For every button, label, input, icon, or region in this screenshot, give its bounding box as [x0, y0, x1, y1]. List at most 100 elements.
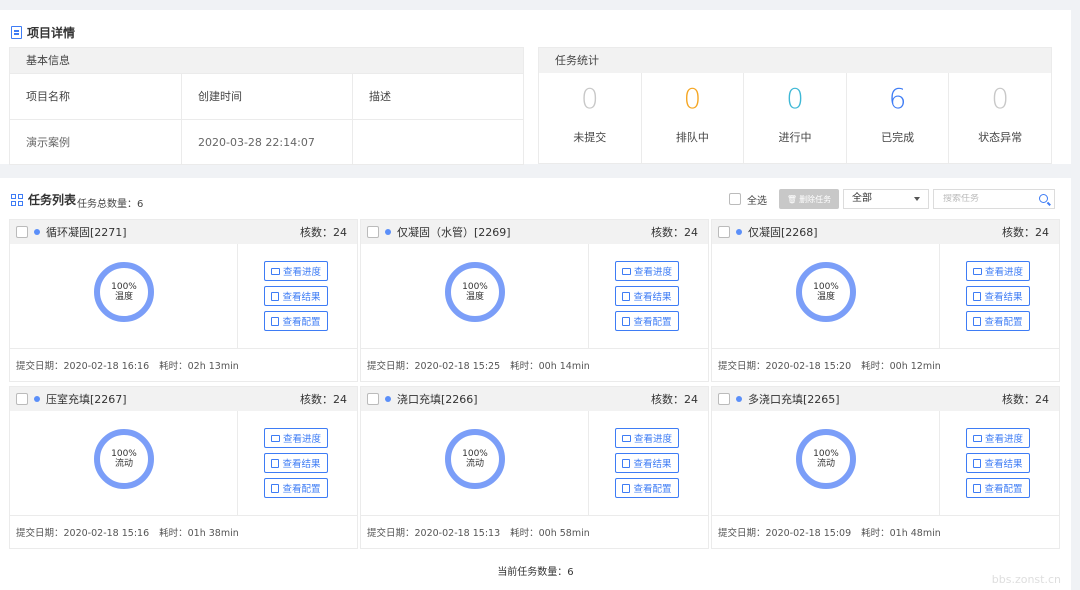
task-cores: 核数：24 [651, 226, 698, 239]
task-card-body: 100% 流动 查看进度查看结果查看配置 [10, 411, 357, 516]
task-card-header: 循环凝固[2271] 核数：24 [10, 220, 357, 244]
stat-item: 0 状态异常 [949, 73, 1051, 164]
task-card-body: 100% 流动 查看进度查看结果查看配置 [712, 411, 1059, 516]
view-config-button[interactable]: 查看配置 [615, 311, 679, 331]
task-checkbox[interactable] [718, 393, 730, 405]
view-progress-button[interactable]: 查看进度 [966, 428, 1030, 448]
view-config-button[interactable]: 查看配置 [264, 478, 328, 498]
view-progress-button[interactable]: 查看进度 [264, 428, 328, 448]
column-project-name: 项目名称 [10, 74, 182, 119]
elapsed-time: 耗时：01h 48min [861, 528, 941, 539]
task-cores: 核数：24 [651, 393, 698, 406]
task-stats-header: 任务统计 [539, 48, 1051, 73]
task-card-body: 100% 温度 查看进度查看结果查看配置 [361, 244, 708, 349]
progress-area: 100% 流动 [712, 411, 940, 516]
select-all-checkbox[interactable] [729, 193, 741, 205]
progress-area: 100% 流动 [10, 411, 238, 516]
view-progress-button[interactable]: 查看进度 [966, 261, 1030, 281]
progress-kind: 流动 [114, 459, 133, 469]
caret-down-icon [914, 197, 920, 201]
task-cores: 核数：24 [300, 226, 347, 239]
progress-percent: 100% [462, 449, 488, 459]
elapsed-time: 耗时：02h 13min [159, 361, 239, 372]
status-dot-icon [736, 229, 742, 235]
status-filter-select[interactable]: 全部 [843, 189, 929, 209]
view-result-button[interactable]: 查看结果 [264, 453, 328, 473]
progress-area: 100% 温度 [361, 244, 589, 349]
document-icon [271, 483, 280, 493]
view-result-button[interactable]: 查看结果 [615, 453, 679, 473]
monitor-icon [972, 434, 982, 442]
task-card-footer: 提交日期：2020-02-18 15:09 耗时：01h 48min [712, 516, 1059, 548]
progress-percent: 100% [813, 449, 839, 459]
progress-area: 100% 流动 [361, 411, 589, 516]
progress-ring: 100% 温度 [94, 262, 154, 322]
elapsed-time: 耗时：01h 38min [159, 528, 239, 539]
task-total-count: 任务总数量：6 [77, 199, 144, 210]
monitor-icon [621, 434, 631, 442]
task-card-footer: 提交日期：2020-02-18 15:13 耗时：00h 58min [361, 516, 708, 548]
column-created-time: 创建时间 [182, 74, 353, 119]
view-config-button[interactable]: 查看配置 [615, 478, 679, 498]
task-checkbox[interactable] [718, 226, 730, 238]
view-progress-button[interactable]: 查看进度 [615, 428, 679, 448]
submit-date: 提交日期：2020-02-18 15:09 [718, 528, 852, 539]
task-cores: 核数：24 [1002, 393, 1049, 406]
task-card-body: 100% 流动 查看进度查看结果查看配置 [361, 411, 708, 516]
view-result-button[interactable]: 查看结果 [966, 453, 1030, 473]
submit-date: 提交日期：2020-02-18 15:25 [367, 361, 501, 372]
status-dot-icon [34, 229, 40, 235]
delete-task-button[interactable]: 🗑 删除任务 [779, 189, 839, 209]
view-result-button[interactable]: 查看结果 [966, 286, 1030, 306]
view-config-button[interactable]: 查看配置 [966, 478, 1030, 498]
view-progress-button[interactable]: 查看进度 [264, 261, 328, 281]
stat-label: 未提交 [573, 131, 607, 144]
progress-ring: 100% 流动 [94, 429, 154, 489]
stat-value: 0 [580, 82, 599, 115]
document-icon [973, 316, 982, 326]
task-card-footer: 提交日期：2020-02-18 16:16 耗时：02h 13min [10, 349, 357, 381]
task-name: 压室充填[2267] [46, 393, 127, 406]
task-actions: 查看进度查看结果查看配置 [966, 261, 1030, 331]
search-input[interactable] [943, 194, 1033, 204]
document-icon [622, 483, 631, 493]
submit-date: 提交日期：2020-02-18 15:13 [367, 528, 501, 539]
view-result-button[interactable]: 查看结果 [615, 286, 679, 306]
task-checkbox[interactable] [367, 226, 379, 238]
task-card-footer: 提交日期：2020-02-18 15:20 耗时：00h 12min [712, 349, 1059, 381]
watermark: bbs.zonst.cn [991, 573, 1061, 586]
document-icon [622, 458, 631, 468]
task-card-body: 100% 温度 查看进度查看结果查看配置 [10, 244, 357, 349]
document-icon [622, 291, 631, 301]
select-all[interactable]: 全选 [729, 192, 767, 207]
task-actions: 查看进度查看结果查看配置 [264, 428, 328, 498]
progress-kind: 温度 [114, 292, 133, 302]
stat-item: 0 排队中 [642, 73, 745, 164]
search-icon[interactable] [1039, 194, 1048, 203]
progress-kind: 流动 [816, 459, 835, 469]
view-result-button[interactable]: 查看结果 [264, 286, 328, 306]
document-icon [11, 26, 22, 39]
document-icon [973, 291, 982, 301]
stat-label: 状态异常 [978, 131, 1023, 144]
progress-percent: 100% [462, 282, 488, 292]
view-config-button[interactable]: 查看配置 [264, 311, 328, 331]
basic-info-header-row: 项目名称 创建时间 描述 [10, 73, 523, 119]
progress-kind: 温度 [465, 292, 484, 302]
view-progress-button[interactable]: 查看进度 [615, 261, 679, 281]
task-name: 循环凝固[2271] [46, 226, 127, 239]
column-description: 描述 [369, 90, 391, 103]
stat-label: 进行中 [778, 131, 812, 144]
submit-date: 提交日期：2020-02-18 15:20 [718, 361, 852, 372]
task-checkbox[interactable] [367, 393, 379, 405]
search-box [933, 189, 1055, 209]
task-checkbox[interactable] [16, 393, 28, 405]
stat-item: 0 进行中 [744, 73, 847, 164]
task-card-header: 多浇口充填[2265] 核数：24 [712, 387, 1059, 411]
task-name: 多浇口充填[2265] [748, 393, 840, 406]
document-icon [973, 458, 982, 468]
description-value [353, 120, 523, 165]
view-config-button[interactable]: 查看配置 [966, 311, 1030, 331]
progress-area: 100% 温度 [712, 244, 940, 349]
task-checkbox[interactable] [16, 226, 28, 238]
